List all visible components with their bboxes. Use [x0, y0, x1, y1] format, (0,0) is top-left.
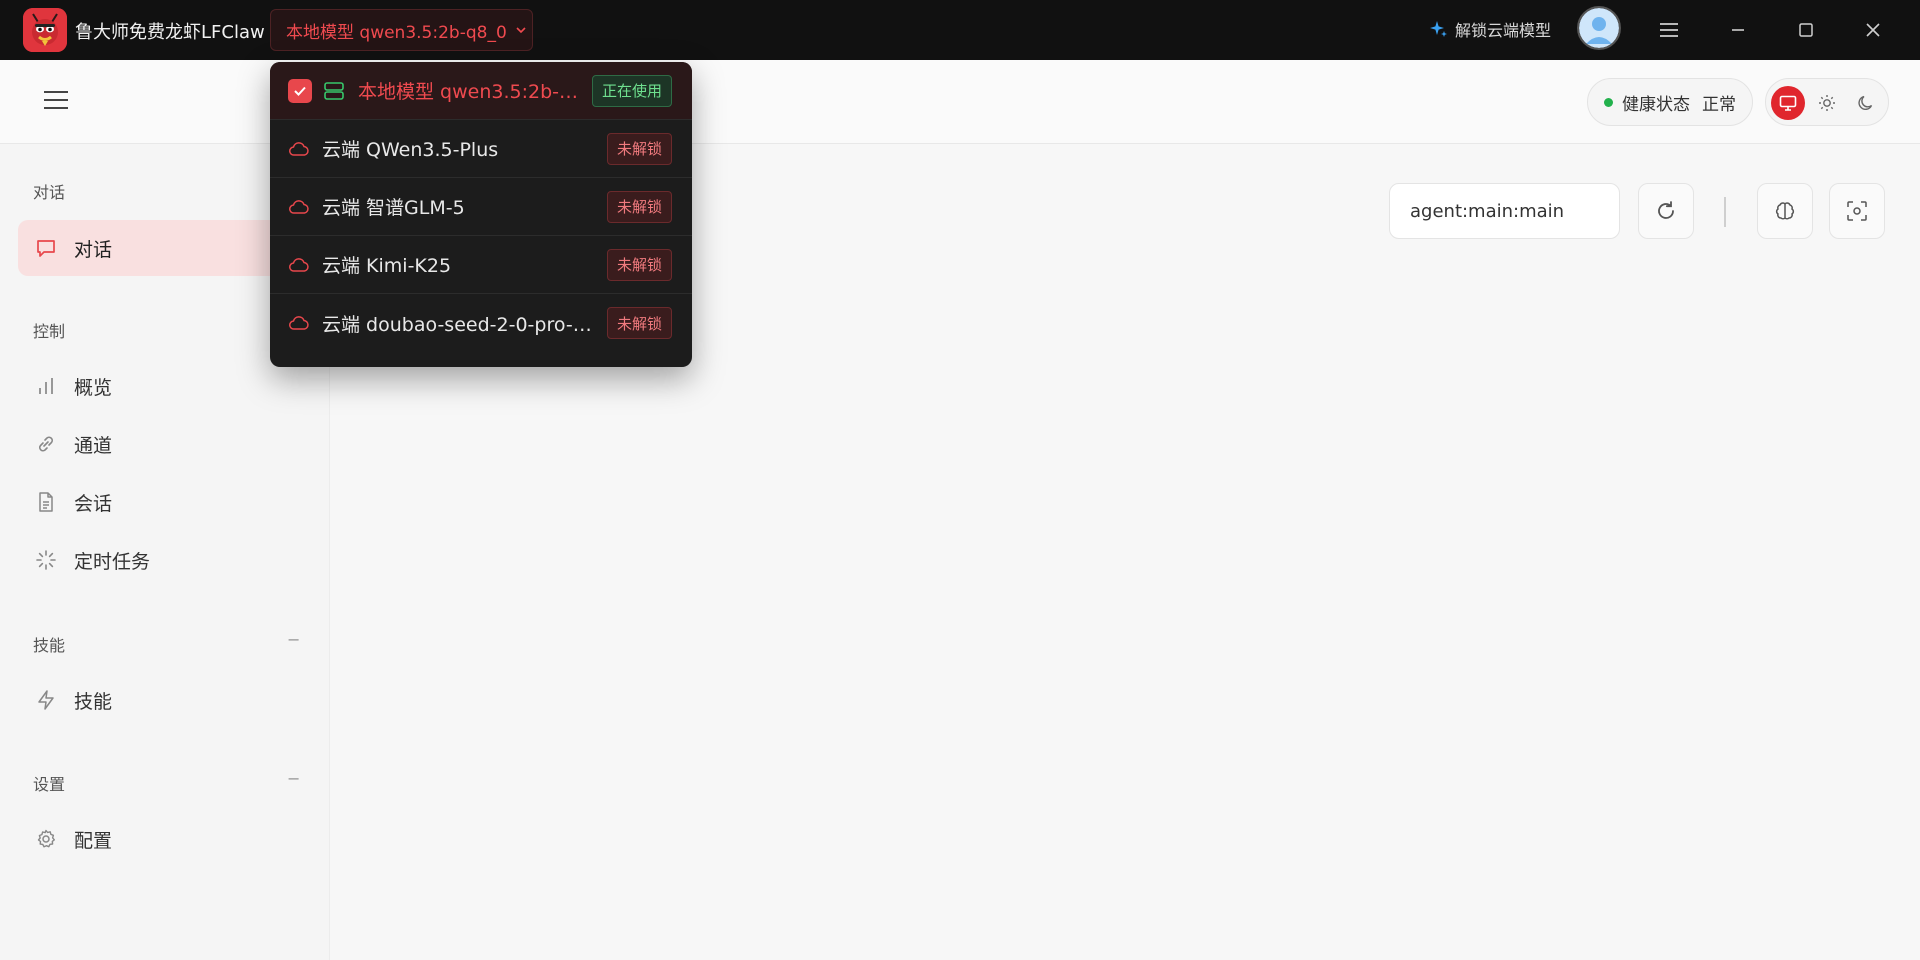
brain-button[interactable]	[1757, 183, 1813, 239]
loader-icon	[34, 548, 58, 572]
link-icon	[34, 432, 58, 456]
health-value: 正常	[1702, 94, 1736, 115]
document-icon	[34, 490, 58, 514]
moon-icon[interactable]	[1849, 86, 1883, 120]
locked-badge: 未解锁	[606, 132, 672, 165]
lightning-icon	[34, 688, 58, 712]
menu-icon[interactable]	[1654, 15, 1684, 45]
section-label-settings: 设置	[33, 775, 66, 794]
app-logo	[23, 8, 67, 52]
minimize-icon[interactable]	[1723, 15, 1753, 45]
cloud-icon	[288, 254, 310, 276]
refresh-icon	[1658, 201, 1674, 219]
model-option-cloud[interactable]: 云端 智谱GLM-5 未解锁	[270, 178, 692, 236]
sidebar-item-chat[interactable]: 对话	[18, 220, 308, 276]
sun-icon[interactable]	[1810, 86, 1844, 120]
session-key-field[interactable]: agent:main:main	[1389, 183, 1620, 239]
sidebar-item-label: 配置	[74, 829, 113, 852]
monitor-icon[interactable]	[1771, 86, 1805, 120]
chevron-down-icon	[516, 27, 526, 34]
collapse-skills-button[interactable]: −	[287, 630, 300, 649]
chat-bubble-icon	[34, 236, 58, 260]
section-label-chat: 对话	[33, 183, 66, 202]
in-use-badge: 正在使用	[591, 74, 672, 107]
sidebar-item-skills[interactable]: 技能	[18, 672, 308, 728]
model-option-label: 云端 智谱GLM-5	[322, 197, 465, 219]
locked-badge: 未解锁	[606, 190, 672, 223]
sidebar-item-label: 对话	[74, 238, 113, 261]
theme-switch	[1765, 78, 1889, 126]
brain-icon	[1775, 202, 1795, 220]
locked-badge: 未解锁	[606, 307, 672, 339]
close-icon[interactable]	[1858, 15, 1888, 45]
toolbar-divider	[1724, 197, 1726, 227]
title-bar: 鲁大师免费龙虾LFClaw 本地模型 qwen3.5:2b-q8_0 解锁云端模…	[0, 0, 1920, 60]
model-option-label: 云端 QWen3.5-Plus	[322, 139, 499, 161]
checkbox-checked-icon	[288, 78, 312, 103]
sidebar-item-channels[interactable]: 通道	[18, 416, 308, 472]
model-option-label: 云端 Kimi-K25	[322, 255, 452, 277]
bar-chart-icon	[34, 374, 58, 398]
sidebar-item-label: 通道	[74, 434, 113, 457]
model-option-cloud[interactable]: 云端 QWen3.5-Plus 未解锁	[270, 120, 692, 178]
maximize-icon[interactable]	[1791, 15, 1821, 45]
unlock-cloud-label: 解锁云端模型	[1455, 21, 1552, 40]
section-label-control: 控制	[33, 322, 66, 341]
collapse-settings-button[interactable]: −	[287, 769, 300, 788]
cloud-icon	[288, 196, 310, 218]
sidebar-item-label: 概览	[74, 376, 113, 399]
model-option-local[interactable]: 本地模型 qwen3.5:2b-q8... 正在使用	[270, 62, 692, 120]
app-title: 鲁大师免费龙虾LFClaw	[75, 22, 265, 43]
sidebar-item-sessions[interactable]: 会话	[18, 474, 308, 530]
sparkle-icon	[1430, 21, 1447, 37]
model-option-label: 本地模型 qwen3.5:2b-q8...	[358, 81, 584, 103]
model-option-cloud[interactable]: 云端 Kimi-K25 未解锁	[270, 236, 692, 294]
health-label: 健康状态	[1622, 94, 1690, 115]
avatar[interactable]	[1577, 6, 1621, 50]
health-dot-icon	[1604, 97, 1613, 107]
sidebar-item-overview[interactable]: 概览	[18, 358, 308, 414]
model-selector-label: 本地模型 qwen3.5:2b-q8_0	[286, 22, 507, 43]
cloud-icon	[288, 312, 310, 334]
model-dropdown-menu: 本地模型 qwen3.5:2b-q8... 正在使用 云端 QWen3.5-Pl…	[270, 62, 692, 367]
model-option-label: 云端 doubao-seed-2-0-pro-2...	[322, 313, 592, 336]
focus-icon	[1847, 201, 1867, 221]
refresh-button[interactable]	[1638, 183, 1694, 239]
focus-button[interactable]	[1829, 183, 1885, 239]
health-status: 健康状态 正常	[1587, 78, 1753, 126]
gear-icon	[34, 827, 58, 851]
sidebar-toggle-icon[interactable]	[43, 88, 71, 114]
sidebar-item-label: 会话	[74, 492, 113, 515]
locked-badge: 未解锁	[606, 248, 672, 281]
cloud-icon	[288, 138, 310, 160]
sidebar-item-config[interactable]: 配置	[18, 811, 308, 867]
sidebar-item-label: 定时任务	[74, 550, 151, 573]
section-label-skills: 技能	[33, 636, 66, 655]
model-selector[interactable]: 本地模型 qwen3.5:2b-q8_0	[270, 9, 533, 51]
model-option-cloud[interactable]: 云端 doubao-seed-2-0-pro-2... 未解锁	[270, 294, 692, 352]
sidebar-item-label: 技能	[74, 690, 113, 713]
unlock-cloud-models-button[interactable]: 解锁云端模型	[1430, 17, 1551, 41]
sidebar-item-scheduled[interactable]: 定时任务	[18, 532, 308, 588]
server-icon	[323, 80, 345, 102]
